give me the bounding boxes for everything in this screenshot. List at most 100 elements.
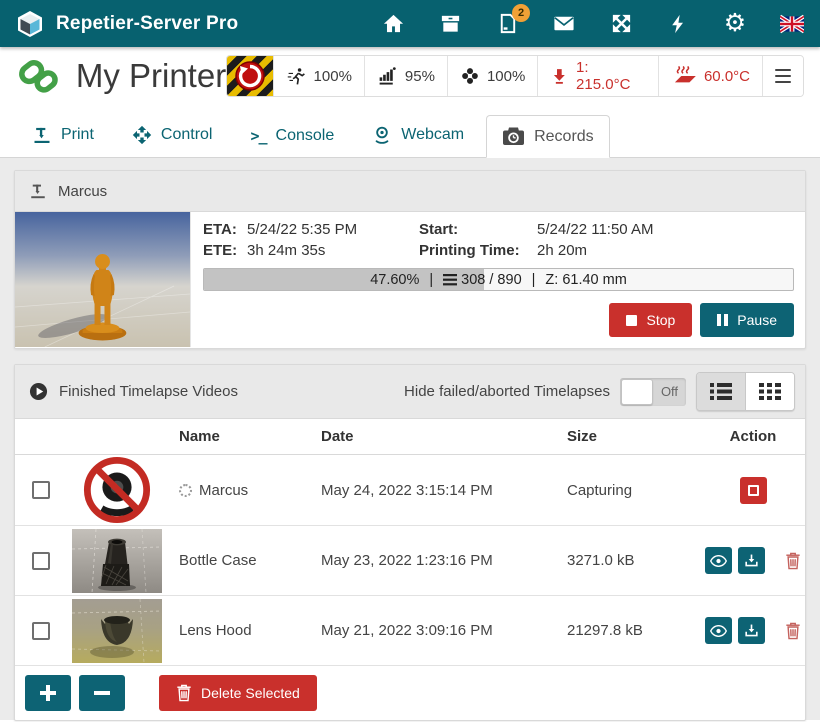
download-video-button[interactable] (738, 547, 765, 574)
hide-toggle-label: Hide failed/aborted Timelapses (404, 383, 610, 400)
delete-video-icon[interactable] (785, 552, 801, 570)
progress-sep-1: | (429, 272, 433, 288)
deselect-all-button[interactable] (79, 675, 125, 711)
stop-icon (626, 315, 637, 326)
extruder-temp-status[interactable]: 1: 215.0°C (537, 56, 658, 96)
job-details: ETA: 5/24/22 5:35 PM Start: 5/24/22 11:5… (191, 212, 805, 348)
tab-console[interactable]: >_ Console (234, 115, 350, 157)
top-navbar: Repetier-Server Pro 2 ⚙ (0, 0, 820, 47)
language-flag-icon[interactable] (780, 12, 804, 36)
home-icon[interactable] (381, 12, 405, 36)
control-tab-icon (132, 125, 152, 145)
row-checkbox[interactable] (32, 622, 50, 640)
job-buttons: Stop Pause (203, 303, 794, 337)
navbar-icons: 2 ⚙ (381, 12, 804, 36)
download-video-button[interactable] (738, 617, 765, 644)
row-size: 21297.8 kB (555, 622, 701, 639)
eye-icon (710, 554, 727, 568)
view-video-button[interactable] (705, 617, 732, 644)
row-checkbox[interactable] (32, 552, 50, 570)
row-date: May 24, 2022 3:15:14 PM (309, 482, 555, 499)
start-value: 5/24/22 11:50 AM (537, 221, 794, 238)
speed-status[interactable]: 100% (273, 56, 364, 96)
connection-link-icon (16, 56, 60, 96)
gear-icon[interactable]: ⚙ (723, 12, 747, 36)
layers-icon (443, 274, 457, 286)
fan-status[interactable]: 100% (447, 56, 537, 96)
timelapse-footer: Delete Selected (15, 666, 805, 720)
bolt-icon[interactable] (666, 12, 690, 36)
current-job-card: Marcus (14, 170, 806, 349)
printing-time-value: 2h 20m (537, 242, 794, 259)
tab-webcam[interactable]: Webcam (356, 113, 480, 157)
row-checkbox[interactable] (32, 481, 50, 499)
timelapse-title-wrap: Finished Timelapse Videos (29, 382, 238, 401)
flow-icon (377, 66, 398, 87)
timelapse-header: Finished Timelapse Videos Hide failed/ab… (15, 365, 805, 419)
row-date: May 23, 2022 1:23:16 PM (309, 552, 555, 569)
select-all-button[interactable] (25, 675, 71, 711)
print-tab-icon (32, 125, 52, 145)
table-row-lens-hood: Lens Hood May 21, 2022 3:09:16 PM 21297.… (15, 596, 805, 666)
table-header-row: Name Date Size Action (15, 419, 805, 455)
hamburger-menu-icon (775, 69, 791, 84)
eye-icon (710, 624, 727, 638)
printer-name: My Printer (76, 57, 226, 95)
tab-print[interactable]: Print (16, 113, 110, 157)
emergency-stop-button[interactable] (227, 56, 272, 96)
delete-selected-button[interactable]: Delete Selected (159, 675, 317, 711)
delete-video-icon[interactable] (785, 622, 801, 640)
progress-percent: 47.60% (370, 272, 419, 288)
capturing-spinner-icon (179, 484, 192, 497)
list-view-icon (710, 383, 732, 400)
printer-menu-button[interactable] (762, 56, 803, 96)
heated-bed-icon (671, 66, 697, 86)
speed-value: 100% (314, 68, 352, 85)
job-preview-image[interactable] (15, 212, 191, 347)
minus-icon (93, 684, 111, 702)
grid-view-button[interactable] (746, 373, 794, 410)
tab-control[interactable]: Control (116, 113, 229, 157)
printing-time-label: Printing Time: (419, 242, 537, 259)
layer-progress: 308 / 890 (461, 272, 521, 288)
fan-value: 100% (487, 68, 525, 85)
tab-records[interactable]: Records (486, 115, 610, 158)
ete-value: 3h 24m 35s (247, 242, 419, 259)
webcam-tab-icon (372, 125, 392, 145)
play-circle-icon (29, 382, 48, 401)
repetier-logo-icon[interactable] (16, 10, 44, 38)
bottle-case-thumbnail[interactable] (72, 529, 162, 593)
printer-status-toolbar: 100% 95% 100% 1: 215.0°C (226, 55, 804, 97)
extruder-temp-value: 1: 215.0°C (576, 59, 646, 93)
row-size: Capturing (555, 482, 701, 499)
toggle-state-label: Off (653, 378, 686, 406)
table-row-bottle-case: Bottle Case May 23, 2022 1:23:16 PM 3271… (15, 526, 805, 596)
console-tab-icon: >_ (250, 127, 266, 145)
stop-button[interactable]: Stop (609, 303, 692, 337)
print-queue-icon[interactable]: 2 (495, 12, 519, 36)
mail-icon[interactable] (552, 12, 576, 36)
trash-icon (176, 684, 192, 702)
view-video-button[interactable] (705, 547, 732, 574)
hide-failed-toggle[interactable]: Off (620, 378, 686, 406)
fan-icon (460, 66, 480, 86)
row-name: Lens Hood (179, 622, 252, 639)
bed-temp-status[interactable]: 60.0°C (658, 56, 762, 96)
archive-box-icon[interactable] (438, 12, 462, 36)
pause-button[interactable]: Pause (700, 303, 794, 337)
tab-print-label: Print (61, 126, 94, 144)
col-header-action: Action (701, 428, 805, 445)
timelapse-controls: Hide failed/aborted Timelapses Off (404, 372, 795, 411)
pause-button-label: Pause (737, 312, 777, 328)
col-header-name: Name (167, 428, 309, 445)
list-view-button[interactable] (697, 373, 746, 410)
row-name: Marcus (199, 482, 248, 499)
expand-arrows-icon[interactable] (609, 12, 633, 36)
pause-icon (717, 314, 728, 326)
flow-status[interactable]: 95% (364, 56, 447, 96)
lens-hood-thumbnail[interactable] (72, 599, 162, 663)
progress-text: 47.60% | 308 / 890 | Z: 61.40 mm (204, 269, 793, 290)
row-name: Bottle Case (179, 552, 257, 569)
stop-recording-button[interactable] (740, 477, 767, 504)
toggle-knob (621, 379, 653, 405)
